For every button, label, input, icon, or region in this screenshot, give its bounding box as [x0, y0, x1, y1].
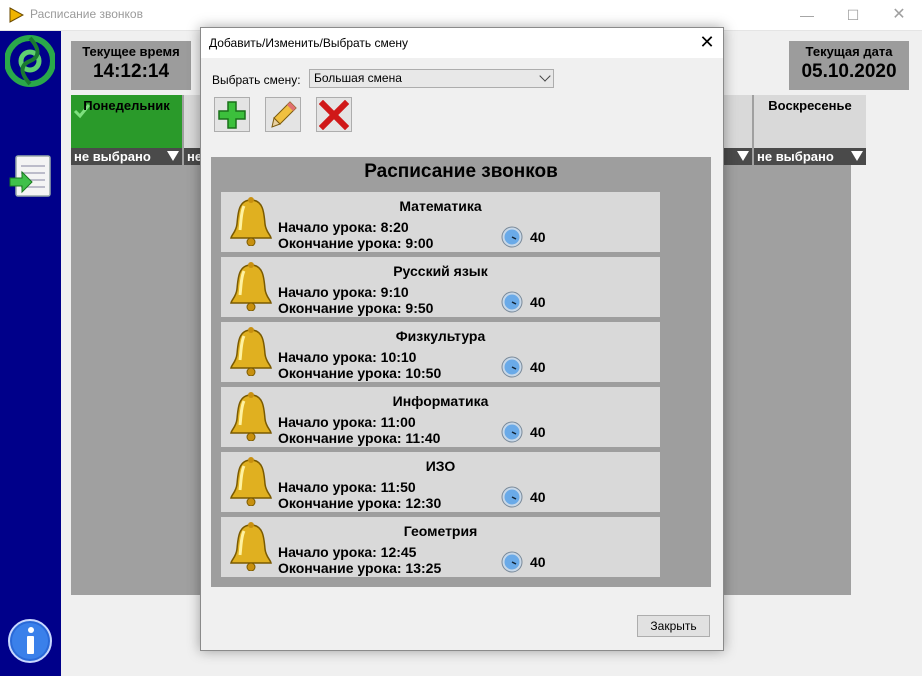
current-date-label: Текущая дата — [805, 44, 893, 59]
shift-select-value: Большая смена — [314, 71, 402, 85]
lesson-start: Начало урока: 10:10 — [278, 349, 417, 365]
day-select-value: не выбрано — [757, 149, 834, 164]
lesson-card: Математика Начало урока: 8:20 Окончание ур… — [221, 192, 660, 252]
clock-icon — [501, 226, 523, 253]
minimize-button[interactable]: — — [784, 0, 830, 30]
window-title: Расписание звонков — [30, 7, 143, 21]
lesson-duration: 40 — [530, 424, 546, 440]
dialog-title: Добавить/Изменить/Выбрать смену — [209, 36, 409, 50]
clock-icon — [501, 486, 523, 513]
schedule-icon[interactable] — [8, 154, 54, 200]
lesson-start: Начало урока: 8:20 — [278, 219, 409, 235]
lesson-card: Русский язык Начало урока: 9:10 Окончание … — [221, 257, 660, 317]
clock-icon — [501, 291, 523, 318]
add-icon — [218, 101, 246, 129]
lesson-name: Геометрия — [403, 523, 478, 539]
lesson-start: Начало урока: 11:00 — [278, 414, 416, 430]
lesson-duration: 40 — [530, 229, 546, 245]
day-name: Понедельник — [83, 98, 170, 113]
info-icon[interactable] — [7, 618, 53, 664]
lesson-start: Начало урока: 12:45 — [278, 544, 417, 560]
lesson-name: Математика — [399, 198, 482, 214]
lesson-duration: 40 — [530, 294, 546, 310]
lesson-name: Физкультура — [395, 328, 486, 344]
day-sunday[interactable]: Воскресенье — [754, 95, 866, 148]
clock-icon — [501, 356, 523, 383]
maximize-button[interactable]: ☐ — [830, 0, 876, 30]
lesson-card: Информатика Начало урока: 11:00 Окончание … — [221, 387, 660, 447]
lesson-name: Русский язык — [393, 263, 488, 279]
lesson-duration: 40 — [530, 489, 546, 505]
lesson-end: Окончание урока: 9:00 — [278, 235, 434, 251]
schedule-panel: Расписание звонков Математика Начало урок… — [211, 157, 711, 587]
lesson-start: Начало урока: 11:50 — [278, 479, 416, 495]
lesson-end: Окончание урока: 9:50 — [278, 300, 434, 316]
lesson-card: Физкультура Начало урока: 10:10 Окончание … — [221, 322, 660, 382]
day-select-sunday[interactable]: не выбрано — [754, 148, 866, 165]
close-button[interactable]: Закрыть — [637, 615, 710, 637]
close-window-button[interactable]: ✕ — [876, 0, 922, 30]
lesson-end: Окончание урока: 13:25 — [278, 560, 442, 576]
current-date-box: Текущая дата 05.10.2020 — [789, 41, 909, 90]
edit-icon — [271, 101, 297, 128]
current-time-box: Текущее время 14:12:14 — [71, 41, 191, 90]
dropdown-arrow-icon — [737, 151, 749, 161]
lesson-end: Окончание урока: 12:30 — [278, 495, 442, 511]
shift-label: Выбрать смену: — [212, 73, 301, 87]
clock-icon — [501, 421, 523, 448]
day-saturday[interactable] — [722, 95, 752, 148]
lesson-card: ИЗО Начало урока: 11:50 Окончание урока: 1… — [221, 452, 660, 512]
chevron-down-icon — [539, 70, 551, 82]
clock-icon — [501, 551, 523, 578]
delete-icon — [319, 100, 349, 130]
shift-select[interactable]: Большая смена — [309, 69, 554, 88]
current-time-value: 14:12:14 — [92, 61, 170, 82]
day-select-value: не выбрано — [74, 149, 151, 164]
current-time-label: Текущее время — [82, 44, 180, 59]
day-select-saturday[interactable] — [722, 148, 752, 165]
day-name: Воскресенье — [768, 98, 852, 113]
lesson-card: Геометрия Начало урока: 12:45 Окончание ур… — [221, 517, 660, 577]
sidebar — [0, 31, 61, 676]
lesson-duration: 40 — [530, 554, 546, 570]
delete-shift-button[interactable] — [316, 97, 352, 132]
edit-shift-button[interactable] — [265, 97, 301, 132]
dialog-close-icon[interactable]: ✕ — [697, 32, 717, 53]
app-icon — [9, 7, 24, 23]
lesson-start: Начало урока: 9:10 — [278, 284, 409, 300]
day-select-monday[interactable]: не выбрано — [71, 148, 182, 165]
day-monday[interactable]: Понедельник — [71, 95, 182, 148]
dialog-titlebar: Добавить/Изменить/Выбрать смену ✕ — [201, 28, 723, 58]
add-shift-button[interactable] — [214, 97, 250, 132]
logo-icon — [5, 35, 55, 87]
schedule-title: Расписание звонков — [364, 161, 558, 182]
shift-dialog: Добавить/Изменить/Выбрать смену ✕ Выбрат… — [200, 27, 724, 651]
current-date-value: 05.10.2020 — [801, 61, 897, 82]
dropdown-arrow-icon — [851, 151, 863, 161]
lesson-name: Информатика — [392, 393, 489, 409]
dropdown-arrow-icon — [167, 151, 179, 161]
lesson-end: Окончание урока: 11:40 — [278, 430, 441, 446]
lesson-duration: 40 — [530, 359, 546, 375]
lesson-name: ИЗО — [425, 458, 456, 474]
lesson-end: Окончание урока: 10:50 — [278, 365, 442, 381]
